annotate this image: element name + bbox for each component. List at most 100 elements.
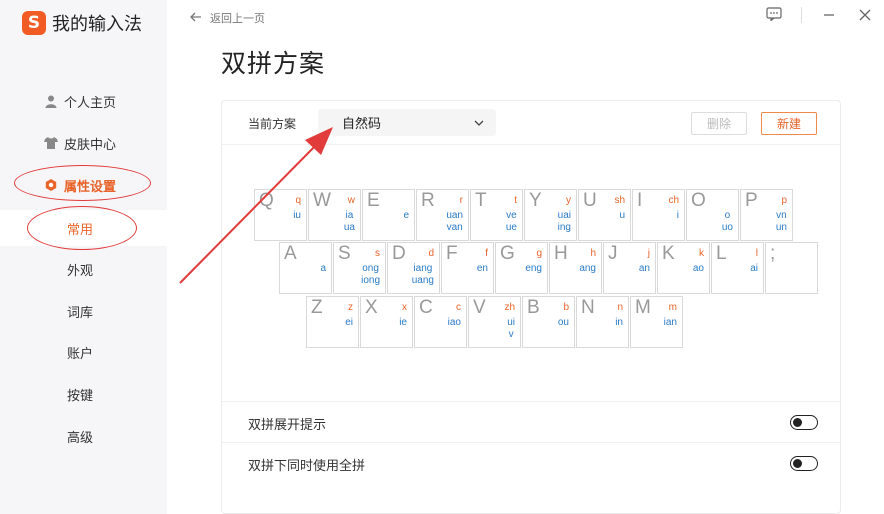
key-final: v	[508, 329, 514, 340]
key-q[interactable]: Qq iu	[254, 189, 307, 241]
key-letter: T	[475, 190, 487, 211]
key-initial: p	[781, 195, 787, 206]
key-final: ei	[345, 317, 353, 328]
sidebar-item-appearance[interactable]: 外观	[0, 254, 167, 284]
page-title: 双拼方案	[221, 49, 326, 78]
key-finals: iao	[448, 317, 461, 329]
toggle-switch[interactable]	[790, 456, 818, 471]
sidebar-item-label: 账户	[67, 346, 94, 362]
scheme-selected-value: 自然码	[342, 117, 382, 132]
key-f[interactable]: Ff en	[441, 242, 494, 294]
key-final: ua	[343, 222, 355, 233]
sidebar-item-account[interactable]: 账户	[0, 337, 167, 367]
close-button[interactable]	[856, 6, 874, 24]
back-link[interactable]: 返回上一页	[190, 10, 265, 26]
key-final: e	[403, 210, 409, 221]
key-i[interactable]: Ich i	[632, 189, 685, 241]
key-g[interactable]: Gg eng	[495, 242, 548, 294]
sidebar-item-profile[interactable]: 个人主页	[0, 86, 167, 116]
key-z[interactable]: Zz ei	[306, 296, 359, 348]
delete-button[interactable]: 删除	[691, 112, 747, 135]
option-label: 双拼下同时使用全拼	[248, 459, 366, 474]
key-x[interactable]: Xx ie	[360, 296, 413, 348]
key-finals: ai	[750, 263, 758, 275]
key-c[interactable]: Cc iao	[414, 296, 467, 348]
sidebar-item-common[interactable]: 常用	[0, 210, 167, 246]
sidebar-item-label: 按键	[67, 388, 94, 404]
key-finals: ang	[579, 263, 596, 275]
key-initial: f	[485, 248, 488, 259]
key-k[interactable]: Kk ao	[657, 242, 710, 294]
key-finals: ou	[558, 317, 569, 329]
key-final: ue	[505, 222, 517, 233]
key-final: un	[775, 222, 787, 233]
key-s[interactable]: Ss ong iong	[333, 242, 386, 294]
key-final: vn	[776, 210, 787, 221]
key-finals: ei	[345, 317, 353, 329]
key-initial: zh	[504, 302, 515, 313]
key-o[interactable]: Oo uo	[686, 189, 739, 241]
sidebar-item-dictionary[interactable]: 词库	[0, 296, 167, 326]
key-finals: iu	[293, 210, 301, 222]
key-final: an	[638, 263, 650, 274]
sidebar-item-skins[interactable]: 皮肤中心	[0, 128, 167, 158]
sidebar-item-settings[interactable]: 属性设置	[0, 170, 167, 200]
new-button[interactable]: 新建	[761, 112, 817, 135]
key-y[interactable]: Yy uai ing	[524, 189, 577, 241]
key-t[interactable]: Tt ve ue	[470, 189, 523, 241]
message-icon	[766, 6, 782, 25]
key-letter: Q	[259, 190, 274, 211]
key-d[interactable]: Dd iang uang	[387, 242, 440, 294]
key-r[interactable]: Rr uan van	[416, 189, 469, 241]
settings-gear-icon	[44, 178, 58, 192]
key-initial: sh	[614, 195, 625, 206]
key-h[interactable]: Hh ang	[549, 242, 602, 294]
back-label: 返回上一页	[210, 12, 265, 25]
key-w[interactable]: Ww ia ua	[308, 189, 361, 241]
key-v[interactable]: Vzh ui v	[468, 296, 521, 348]
key-letter: F	[446, 243, 458, 264]
key-final: in	[615, 317, 623, 328]
user-icon	[44, 94, 58, 108]
key-letter: X	[365, 297, 378, 318]
sidebar-item-label: 属性设置	[64, 179, 117, 195]
toggle-switch[interactable]	[790, 415, 818, 430]
key-p[interactable]: Pp vn un	[740, 189, 793, 241]
key-e[interactable]: Ee	[362, 189, 415, 241]
key-finals: an	[639, 263, 650, 275]
key-l[interactable]: Ll ai	[711, 242, 764, 294]
key-final: ao	[692, 263, 704, 274]
key-a[interactable]: Aa	[279, 242, 332, 294]
option-row-expand-hint: 双拼展开提示	[222, 401, 840, 442]
key-j[interactable]: Jj an	[603, 242, 656, 294]
key-letter: D	[392, 243, 406, 264]
key-initial: r	[459, 195, 463, 206]
sidebar-item-label: 皮肤中心	[64, 137, 117, 153]
key-finals: ao	[693, 263, 704, 275]
toggle-knob	[793, 417, 802, 427]
key-b[interactable]: Bb ou	[522, 296, 575, 348]
sidebar-item-keys[interactable]: 按键	[0, 379, 167, 409]
key-finals: en	[477, 263, 488, 275]
minimize-icon	[823, 6, 835, 25]
feedback-button[interactable]	[765, 6, 783, 24]
key-final: iao	[447, 317, 461, 328]
key-letter: Y	[529, 190, 542, 211]
key-final: ang	[579, 263, 596, 274]
sidebar-item-label: 个人主页	[64, 95, 117, 111]
key-u[interactable]: Ush u	[578, 189, 631, 241]
key-semicolon[interactable]: ;	[765, 242, 818, 294]
key-final: uai	[557, 210, 571, 221]
key-n[interactable]: Nn in	[576, 296, 629, 348]
key-final: u	[619, 210, 625, 221]
key-m[interactable]: Mm ian	[630, 296, 683, 348]
key-finals: u	[619, 210, 625, 222]
key-final: ai	[750, 263, 758, 274]
scheme-select[interactable]: 自然码	[318, 109, 496, 136]
key-finals: ong iong	[361, 263, 380, 287]
minimize-button[interactable]	[820, 6, 838, 24]
key-finals: a	[320, 263, 326, 275]
key-initial: h	[590, 248, 596, 259]
sidebar-item-advanced[interactable]: 高级	[0, 421, 167, 451]
toggle-knob	[793, 458, 802, 468]
